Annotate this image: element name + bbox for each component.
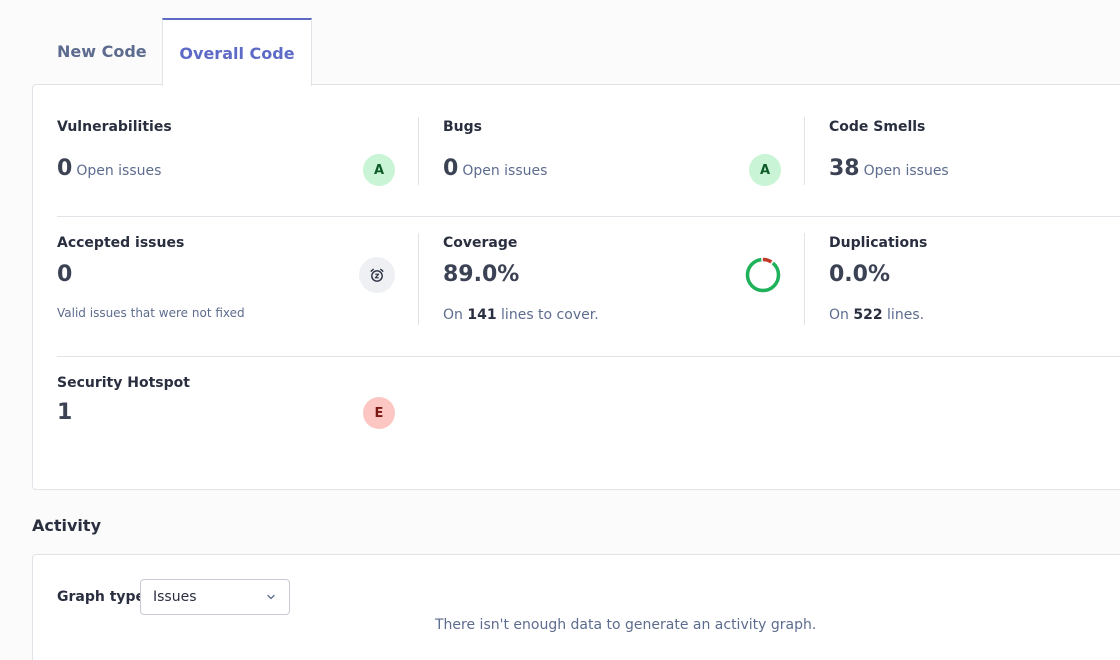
duplications-note-prefix: On	[829, 307, 849, 323]
security-hotspot-value[interactable]: 1	[57, 400, 72, 425]
coverage-value[interactable]: 89.0%	[443, 262, 519, 287]
coverage-covered-arc	[745, 257, 781, 293]
duplications-note: On 522 lines.	[829, 307, 924, 323]
vulnerabilities-count[interactable]: 0 Open issues	[57, 156, 161, 181]
accepted-issues-note: Valid issues that were not fixed	[57, 306, 245, 320]
divider	[804, 117, 805, 185]
graph-type-select[interactable]: Issues	[140, 579, 290, 615]
coverage-note-suffix: lines to cover.	[501, 307, 599, 323]
divider	[418, 233, 419, 325]
code-smells-subtext: Open issues	[863, 163, 949, 179]
activity-title: Activity	[32, 516, 101, 535]
coverage-lines-to-cover[interactable]: 141	[467, 307, 496, 323]
divider	[418, 117, 419, 185]
bugs-value[interactable]: 0	[443, 156, 458, 181]
row-divider	[57, 356, 1120, 357]
bugs-subtext: Open issues	[462, 163, 548, 179]
graph-type-label: Graph type	[57, 589, 146, 605]
divider	[804, 233, 805, 325]
duplications-note-suffix: lines.	[887, 307, 925, 323]
accepted-issues-label: Accepted issues	[57, 235, 185, 251]
vulnerabilities-label: Vulnerabilities	[57, 119, 172, 135]
duplications-label: Duplications	[829, 235, 928, 251]
coverage-label: Coverage	[443, 235, 518, 251]
tab-new-code[interactable]: New Code	[57, 18, 147, 85]
coverage-note-prefix: On	[443, 307, 463, 323]
vulnerabilities-value[interactable]: 0	[57, 156, 72, 181]
code-smells-count[interactable]: 38 Open issues	[829, 156, 949, 181]
accepted-issues-value[interactable]: 0	[57, 262, 72, 287]
bugs-count[interactable]: 0 Open issues	[443, 156, 547, 181]
coverage-donut-icon[interactable]	[744, 256, 782, 294]
alarm-clock-icon	[359, 257, 395, 293]
activity-empty-message: There isn't enough data to generate an a…	[435, 617, 817, 633]
chevron-down-icon	[267, 594, 275, 600]
code-smells-value[interactable]: 38	[829, 156, 860, 181]
bugs-label: Bugs	[443, 119, 482, 135]
bugs-rating-badge[interactable]: A	[749, 154, 781, 186]
vulnerabilities-rating-badge[interactable]: A	[363, 154, 395, 186]
row-divider	[57, 216, 1120, 217]
duplications-value[interactable]: 0.0%	[829, 262, 890, 287]
tab-overall-code[interactable]: Overall Code	[162, 18, 312, 86]
code-smells-label: Code Smells	[829, 119, 926, 135]
security-hotspot-label: Security Hotspot	[57, 375, 190, 391]
measures-panel	[32, 84, 1120, 490]
coverage-note: On 141 lines to cover.	[443, 307, 599, 323]
security-hotspot-rating-badge[interactable]: E	[363, 397, 395, 429]
duplications-lines[interactable]: 522	[853, 307, 882, 323]
vulnerabilities-subtext: Open issues	[76, 163, 162, 179]
graph-type-selected: Issues	[153, 589, 197, 605]
